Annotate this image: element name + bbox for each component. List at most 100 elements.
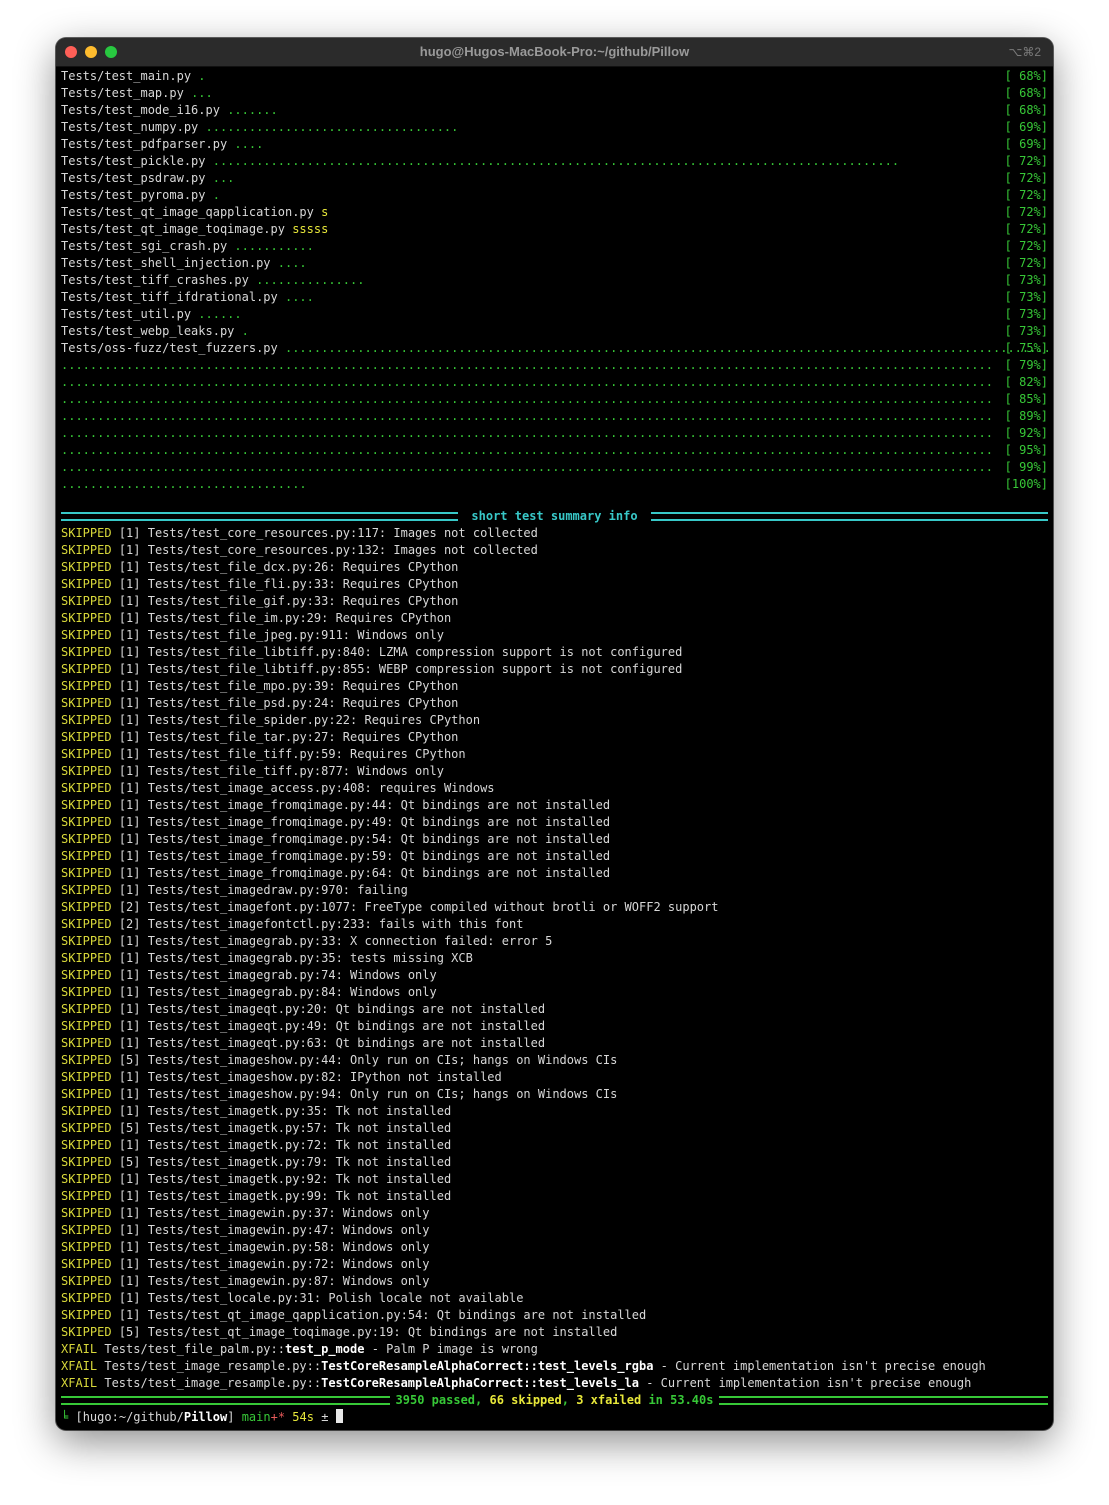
test-file: Tests/test_pickle.py: [61, 154, 206, 168]
title-bar[interactable]: hugo@Hugos-MacBook-Pro:~/github/Pillow ⌥…: [56, 38, 1053, 67]
progress-percent: [ 73%]: [1004, 290, 1048, 304]
test-file: Tests/test_tiff_crashes.py: [61, 273, 249, 287]
progress-line: Tests/test_qt_image_qapplication.py s [ 7…: [61, 204, 1048, 221]
skip-count: [1]: [118, 730, 141, 744]
skip-count: [1]: [118, 968, 141, 982]
shell-prompt[interactable]: ╘ [hugo:~/github/Pillow] main+* 54s ±: [61, 1409, 1048, 1426]
progress-percent: [ 72%]: [1004, 171, 1048, 185]
skipped-line: SKIPPED [1] Tests/test_file_gif.py:33: R…: [61, 593, 1048, 610]
prompt-user: hugo: [82, 1410, 112, 1424]
summary-rule: short test summary info: [61, 508, 1048, 525]
skip-reason: Tests/test_file_dcx.py:26: Requires CPyt…: [147, 560, 459, 574]
test-file: Tests/test_mode_i16.py: [61, 103, 220, 117]
terminal-output[interactable]: Tests/test_main.py . [ 68%] Tests/test_map…: [61, 68, 1049, 1430]
progress-line: Tests/test_qt_image_toqimage.py sssss [ 7…: [61, 221, 1048, 238]
skipped-label: SKIPPED: [61, 832, 112, 846]
skipped-line: SKIPPED [1] Tests/test_imageshow.py:82: …: [61, 1069, 1048, 1086]
progress-block: Tests/test_main.py . [ 68%] Tests/test_map…: [61, 68, 1048, 357]
skip-reason: Tests/test_imagewin.py:58: Windows only: [147, 1240, 430, 1254]
skip-reason: Tests/test_imagetk.py:35: Tk not install…: [147, 1104, 452, 1118]
skipped-line: SKIPPED [1] Tests/test_imagegrab.py:74: …: [61, 967, 1048, 984]
skipped-line: SKIPPED [1] Tests/test_file_dcx.py:26: R…: [61, 559, 1048, 576]
test-marks: ...: [191, 86, 213, 100]
progress-line: ........................................…: [61, 459, 1048, 476]
progress-line: Tests/test_sgi_crash.py ........... [ 72%…: [61, 238, 1048, 255]
command-duration: 54s: [292, 1410, 314, 1424]
skip-count: [1]: [118, 594, 141, 608]
skipped-label: SKIPPED: [61, 577, 112, 591]
skipped-label: SKIPPED: [61, 1274, 112, 1288]
skip-count: [5]: [118, 1053, 141, 1067]
test-file: Tests/test_shell_injection.py: [61, 256, 271, 270]
progress-percent: [ 72%]: [1004, 222, 1048, 236]
progress-line: ........................................…: [61, 374, 1048, 391]
skip-count: [5]: [118, 1325, 141, 1339]
skipped-label: SKIPPED: [61, 1325, 112, 1339]
skipped-line: SKIPPED [1] Tests/test_file_mpo.py:39: R…: [61, 678, 1048, 695]
progress-percent: [ 89%]: [1004, 409, 1048, 423]
skipped-label: SKIPPED: [61, 849, 112, 863]
skip-count: [1]: [118, 1274, 141, 1288]
progress-line: Tests/test_numpy.py ....................…: [61, 119, 1048, 136]
skip-reason: Tests/test_file_libtiff.py:840: LZMA com…: [147, 645, 683, 659]
skip-count: [1]: [118, 815, 141, 829]
prompt-path: ~/github/: [118, 1410, 184, 1424]
progress-percent: [100%]: [1004, 477, 1048, 491]
skipped-line: SKIPPED [1] Tests/test_core_resources.py…: [61, 542, 1048, 559]
skip-count: [1]: [118, 543, 141, 557]
skipped-label: SKIPPED: [61, 679, 112, 693]
test-marks: .: [198, 69, 206, 83]
test-marks: ........................................…: [212, 154, 900, 168]
skip-reason: Tests/test_file_tiff.py:877: Windows onl…: [147, 764, 444, 778]
skipped-label: SKIPPED: [61, 883, 112, 897]
test-file: Tests/test_pyroma.py: [61, 188, 206, 202]
window-title: hugo@Hugos-MacBook-Pro:~/github/Pillow: [419, 44, 690, 59]
test-file: Tests/test_map.py: [61, 86, 184, 100]
result-summary: 3950 passed, 66 skipped, 3 xfailed in 53…: [395, 1393, 714, 1407]
skip-reason: Tests/test_imageqt.py:63: Qt bindings ar…: [147, 1036, 546, 1050]
skip-count: [1]: [118, 526, 141, 540]
test-marks: ........................................…: [61, 443, 992, 457]
skip-count: [1]: [118, 560, 141, 574]
skip-count: [1]: [118, 1036, 141, 1050]
skip-count: [1]: [118, 764, 141, 778]
skip-reason: Tests/test_imagedraw.py:970: failing: [147, 883, 408, 897]
test-marks: sssss: [292, 222, 329, 236]
progress-percent: [ 68%]: [1004, 69, 1048, 83]
skipped-label: SKIPPED: [61, 1257, 112, 1271]
skipped-line: SKIPPED [2] Tests/test_imagefontctl.py:2…: [61, 916, 1048, 933]
summary-header: short test summary info: [464, 509, 645, 523]
progress-line: Tests/test_tiff_ifdrational.py .... [ 73%…: [61, 289, 1048, 306]
test-marks: ....: [277, 256, 307, 270]
skipped-label: SKIPPED: [61, 543, 112, 557]
skipped-label: SKIPPED: [61, 1019, 112, 1033]
skipped-line: SKIPPED [1] Tests/test_core_resources.py…: [61, 525, 1048, 542]
test-marks: .......: [227, 103, 278, 117]
skip-reason: Tests/test_file_tiff.py:59: Requires CPy…: [147, 747, 466, 761]
skipped-label: SKIPPED: [61, 730, 112, 744]
skipped-line: SKIPPED [5] Tests/test_imagetk.py:79: Tk…: [61, 1154, 1048, 1171]
test-marks: ..................................: [61, 477, 307, 491]
skipped-label: SKIPPED: [61, 696, 112, 710]
skip-count: [1]: [118, 1240, 141, 1254]
test-file: Tests/oss-fuzz/test_fuzzers.py: [61, 341, 278, 355]
progress-percent: [ 72%]: [1004, 256, 1048, 270]
test-marks: ........................................…: [61, 460, 992, 474]
xfail-test-name: TestCoreResampleAlphaCorrect::test_level…: [321, 1359, 654, 1373]
skipped-line: SKIPPED [1] Tests/test_image_fromqimage.…: [61, 814, 1048, 831]
skip-count: [1]: [118, 713, 141, 727]
test-file: Tests/test_tiff_ifdrational.py: [61, 290, 278, 304]
skipped-label: SKIPPED: [61, 1070, 112, 1084]
skipped-line: SKIPPED [1] Tests/test_imagetk.py:92: Tk…: [61, 1171, 1048, 1188]
skip-reason: Tests/test_imagewin.py:37: Windows only: [147, 1206, 430, 1220]
skip-reason: Tests/test_image_fromqimage.py:59: Qt bi…: [147, 849, 611, 863]
progress-line: Tests/test_map.py ... [ 68%]: [61, 85, 1048, 102]
progress-percent: [ 85%]: [1004, 392, 1048, 406]
test-file: Tests/test_main.py: [61, 69, 192, 83]
test-marks: ...: [212, 171, 235, 185]
skipped-label: SKIPPED: [61, 1036, 112, 1050]
skipped-line: SKIPPED [1] Tests/test_file_spider.py:22…: [61, 712, 1048, 729]
skip-count: [1]: [118, 1070, 141, 1084]
skip-reason: Tests/test_imagefont.py:1077: FreeType c…: [147, 900, 719, 914]
skip-reason: Tests/test_file_libtiff.py:855: WEBP com…: [147, 662, 683, 676]
